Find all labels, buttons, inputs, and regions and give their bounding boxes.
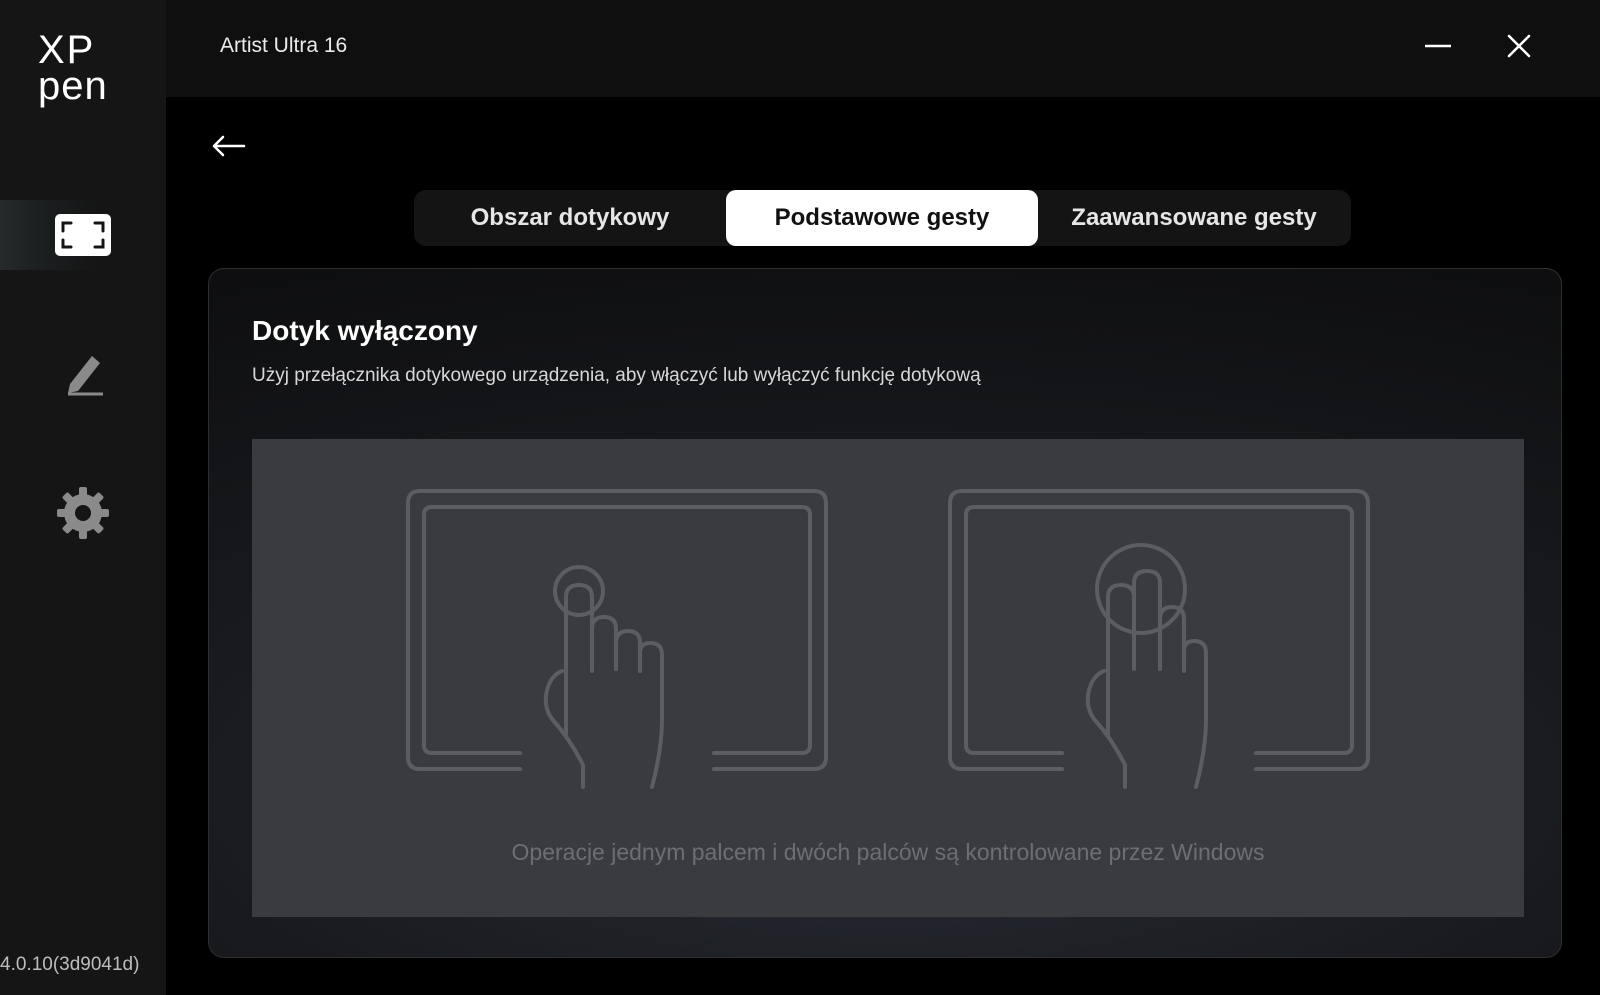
version-label: 4.0.10(3d9041d) xyxy=(0,954,140,975)
pen-icon xyxy=(68,356,103,396)
minimize-button[interactable] xyxy=(1416,24,1460,68)
window-title: Artist Ultra 16 xyxy=(220,34,348,57)
panel-title: Dotyk wyłączony xyxy=(252,315,478,346)
gear-icon xyxy=(57,487,109,539)
logo-line-2: pen xyxy=(38,64,108,108)
arrow-left-icon xyxy=(212,135,246,157)
gesture-caption: Operacje jednym palcem i dwóch palców są… xyxy=(511,839,1265,865)
back-button[interactable] xyxy=(206,128,250,164)
sidebar-item-settings[interactable] xyxy=(0,478,166,548)
minimize-icon xyxy=(1425,44,1451,48)
tab-advanced-gestures[interactable]: Zaawansowane gesty xyxy=(1038,190,1350,246)
close-button[interactable] xyxy=(1497,24,1541,68)
close-icon xyxy=(1507,34,1531,58)
sidebar-item-pen[interactable] xyxy=(0,338,166,408)
display-icon xyxy=(55,214,111,256)
xppen-logo: XP pen xyxy=(38,30,124,110)
tab-bar: Obszar dotykowy Podstawowe gesty Zaawans… xyxy=(414,190,1351,246)
sidebar-item-display[interactable] xyxy=(0,200,166,270)
panel-description: Użyj przełącznika dotykowego urządzenia,… xyxy=(252,365,981,386)
tab-basic-gestures[interactable]: Podstawowe gesty xyxy=(726,190,1038,246)
tab-touch-area[interactable]: Obszar dotykowy xyxy=(414,190,726,246)
two-finger-tablet-icon xyxy=(948,489,1370,789)
one-finger-tablet-icon xyxy=(406,489,828,789)
content-panel: Dotyk wyłączony Użyj przełącznika dotyko… xyxy=(208,268,1562,958)
gesture-illustration: Operacje jednym palcem i dwóch palców są… xyxy=(252,439,1524,917)
sidebar: XP pen 4.0.10(3d9041d) xyxy=(0,0,166,995)
title-bar: Artist Ultra 16 xyxy=(166,0,1600,97)
